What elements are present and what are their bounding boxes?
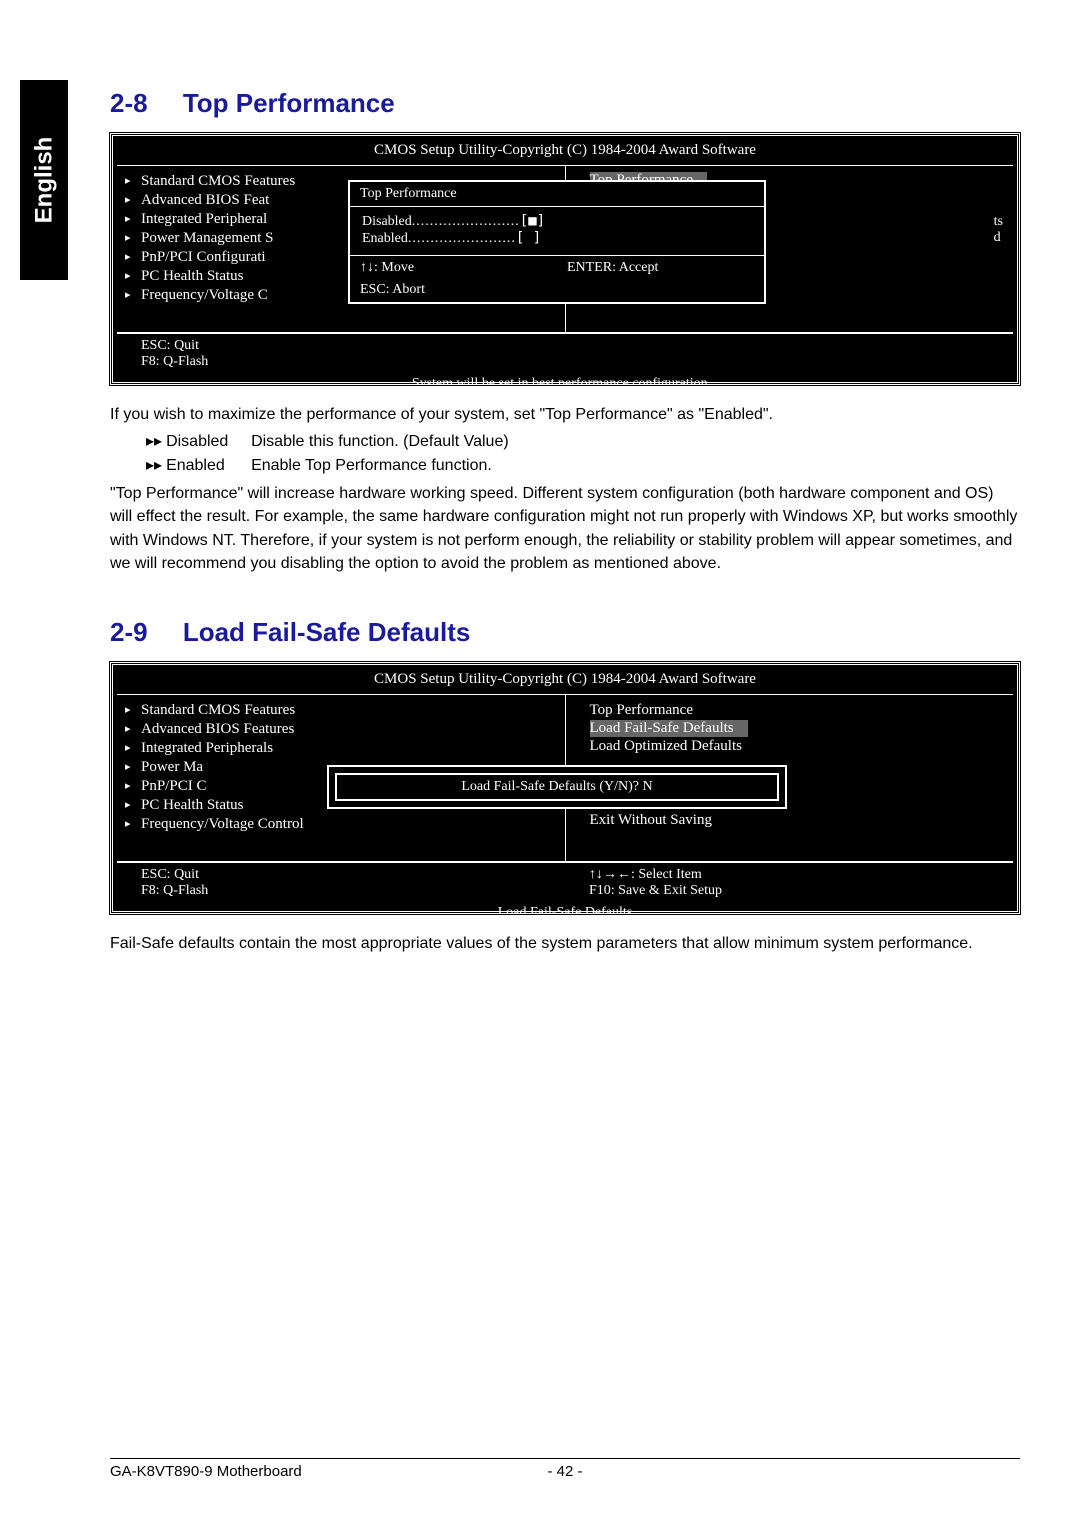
opt-disabled-row: ▸▸ Disabled Disable this function. (Defa… (146, 430, 1020, 454)
bios-screenshot-2: CMOS Setup Utility-Copyright (C) 1984-20… (110, 662, 1020, 914)
arrow-icon: ▸▸ (146, 454, 162, 478)
bios1-frag: ts d (994, 214, 1003, 246)
popup-title: Top Performance (350, 182, 764, 207)
section-28-title: Top Performance (183, 88, 395, 118)
hint-f10: F10: Save & Exit Setup (589, 883, 1003, 899)
menu-item[interactable]: Load Optimized Defaults (590, 737, 1004, 756)
bios2-title: CMOS Setup Utility-Copyright (C) 1984-20… (117, 669, 1013, 694)
hint-esc: ESC: Quit (141, 867, 555, 883)
confirm-text: Load Fail-Safe Defaults (Y/N)? N (335, 773, 779, 801)
menu-item[interactable]: Standard CMOS Features (141, 701, 555, 720)
popup-hint-esc: ESC: Abort (350, 280, 764, 302)
popup-option-disabled[interactable]: Disabled[■] (362, 213, 752, 230)
bios2-bottom-left: ESC: Quit F8: Q-Flash (117, 863, 565, 903)
language-tab: English (20, 80, 68, 280)
footer-product: GA-K8VT890-9 Motherboard (110, 1463, 302, 1480)
popup-hint-enter: ENTER: Accept (557, 256, 764, 280)
language-label: English (30, 137, 58, 224)
bios2-bottom-right: ↑↓→←: Select Item F10: Save & Exit Setup (565, 863, 1013, 903)
para-28-1: If you wish to maximize the performance … (110, 403, 1020, 426)
menu-item[interactable]: Top Performance (590, 701, 1004, 720)
para-29-1: Fail-Safe defaults contain the most appr… (110, 932, 1020, 955)
bios2-footer-msg: Load Fail-Safe Defaults (117, 903, 1013, 923)
opt-enabled-desc: Enable Top Performance function. (251, 454, 1020, 478)
section-28-heading: 2-8 Top Performance (110, 88, 1020, 119)
popup-option-enabled[interactable]: Enabled[ ] (362, 230, 752, 247)
bios-screenshot-1: CMOS Setup Utility-Copyright (C) 1984-20… (110, 133, 1020, 385)
page-footer: GA-K8VT890-9 Motherboard - 42 - (110, 1458, 1020, 1480)
hint-esc: ESC: Quit (141, 338, 555, 354)
arrow-icon: ▸▸ (146, 430, 162, 454)
menu-item-selected[interactable]: Load Fail-Safe Defaults (590, 720, 748, 737)
section-29-title: Load Fail-Safe Defaults (183, 617, 471, 647)
para-28-2: "Top Performance" will increase hardware… (110, 482, 1020, 575)
hint-f8: F8: Q-Flash (141, 354, 555, 370)
hint-f8: F8: Q-Flash (141, 883, 555, 899)
opt-enabled-label: Enabled (166, 454, 251, 478)
opt-enabled-row: ▸▸ Enabled Enable Top Performance functi… (146, 454, 1020, 478)
menu-item[interactable]: Exit Without Saving (590, 811, 1004, 830)
bios1-footer-msg: System will be set in best performance c… (117, 374, 1013, 394)
footer-page-number: - 42 - (547, 1463, 582, 1480)
bios1-bottom-left: ESC: Quit F8: Q-Flash (117, 334, 565, 374)
section-28-num: 2-8 (110, 88, 148, 118)
bios1-title: CMOS Setup Utility-Copyright (C) 1984-20… (117, 140, 1013, 165)
section-29-heading: 2-9 Load Fail-Safe Defaults (110, 617, 1020, 648)
bios2-confirm-popup[interactable]: Load Fail-Safe Defaults (Y/N)? N (327, 765, 787, 809)
hint-select: ↑↓→←: Select Item (589, 867, 1003, 883)
section-29-num: 2-9 (110, 617, 148, 647)
opt-disabled-desc: Disable this function. (Default Value) (251, 430, 1020, 454)
menu-item[interactable]: Integrated Peripherals (141, 739, 555, 758)
opt-disabled-label: Disabled (166, 430, 251, 454)
menu-item[interactable]: Advanced BIOS Features (141, 720, 555, 739)
popup-hint-move: ↑↓: Move (350, 256, 557, 280)
bios1-popup: Top Performance Disabled[■] Enabled[ ] ↑… (348, 180, 766, 304)
menu-item[interactable]: Frequency/Voltage Control (141, 815, 555, 834)
